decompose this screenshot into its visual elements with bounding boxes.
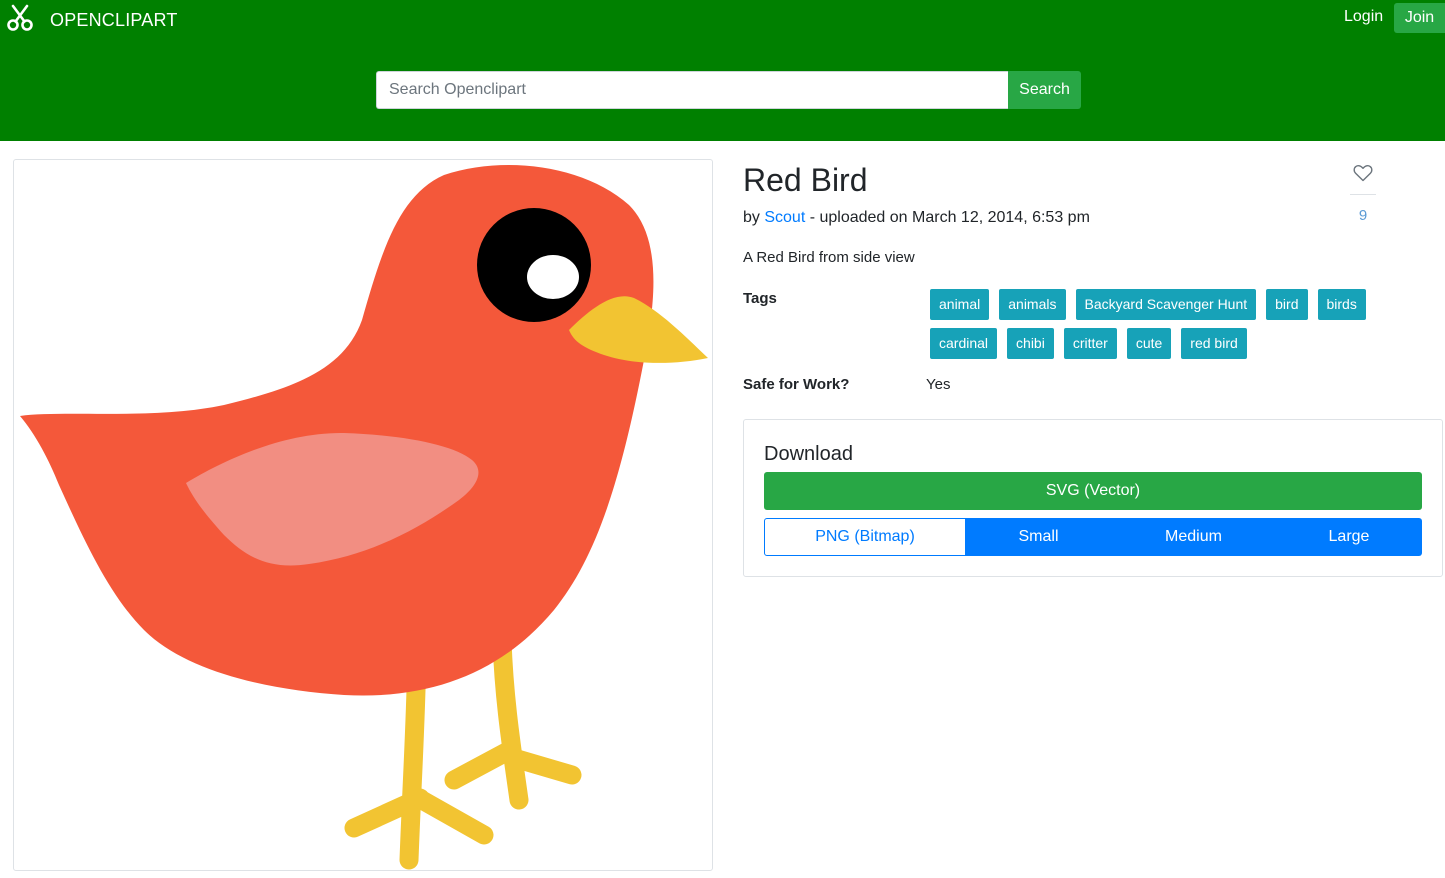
- heart-icon: [1353, 164, 1373, 186]
- tag-red-bird[interactable]: red bird: [1181, 328, 1247, 359]
- login-link[interactable]: Login: [1344, 8, 1383, 26]
- brand-link[interactable]: OPENCLIPART: [6, 4, 178, 37]
- favorite-count[interactable]: 9: [1350, 207, 1376, 224]
- top-navbar: OPENCLIPART Login Join Search: [0, 0, 1445, 141]
- favorite-divider: [1350, 194, 1376, 195]
- tag-chibi[interactable]: chibi: [1007, 328, 1054, 359]
- download-title: Download: [764, 443, 853, 465]
- sfw-label: Safe for Work?: [743, 376, 850, 393]
- clipart-description: A Red Bird from side view: [743, 249, 915, 266]
- tag-list: animal animals Backyard Scavenger Hunt b…: [930, 289, 1420, 359]
- search-button[interactable]: Search: [1008, 71, 1081, 109]
- upload-date: - uploaded on March 12, 2014, 6:53 pm: [805, 209, 1090, 226]
- download-png-large-button[interactable]: Large: [1276, 518, 1422, 556]
- tag-bird[interactable]: bird: [1266, 289, 1308, 320]
- tag-cute[interactable]: cute: [1126, 328, 1172, 359]
- tag-birds[interactable]: birds: [1317, 289, 1366, 320]
- scissors-icon: [6, 4, 34, 37]
- tag-animal[interactable]: animal: [930, 289, 990, 320]
- download-png-medium-button[interactable]: Medium: [1111, 518, 1276, 556]
- png-bitmap-label: PNG (Bitmap): [764, 518, 966, 556]
- red-bird-image: [20, 165, 708, 870]
- tags-label: Tags: [743, 290, 777, 307]
- by-prefix: by: [743, 209, 765, 226]
- sfw-value: Yes: [926, 376, 951, 393]
- png-download-group: PNG (Bitmap) Small Medium Large: [764, 518, 1422, 556]
- search-form: Search: [376, 71, 1081, 109]
- download-card: Download SVG (Vector) PNG (Bitmap) Small…: [743, 419, 1443, 577]
- tag-cardinal[interactable]: cardinal: [930, 328, 998, 359]
- download-png-small-button[interactable]: Small: [966, 518, 1111, 556]
- tag-animals[interactable]: animals: [999, 289, 1066, 320]
- clipart-preview[interactable]: [13, 159, 713, 871]
- brand-name: OPENCLIPART: [50, 10, 178, 30]
- join-button[interactable]: Join: [1394, 3, 1445, 33]
- favorite-button[interactable]: [1350, 164, 1376, 187]
- author-link[interactable]: Scout: [764, 209, 805, 226]
- clipart-title: Red Bird: [743, 162, 868, 198]
- download-svg-button[interactable]: SVG (Vector): [764, 472, 1422, 510]
- tag-critter[interactable]: critter: [1063, 328, 1117, 359]
- search-input[interactable]: [376, 71, 1008, 109]
- tag-backyard-scavenger-hunt[interactable]: Backyard Scavenger Hunt: [1075, 289, 1257, 320]
- byline: by Scout - uploaded on March 12, 2014, 6…: [743, 209, 1090, 227]
